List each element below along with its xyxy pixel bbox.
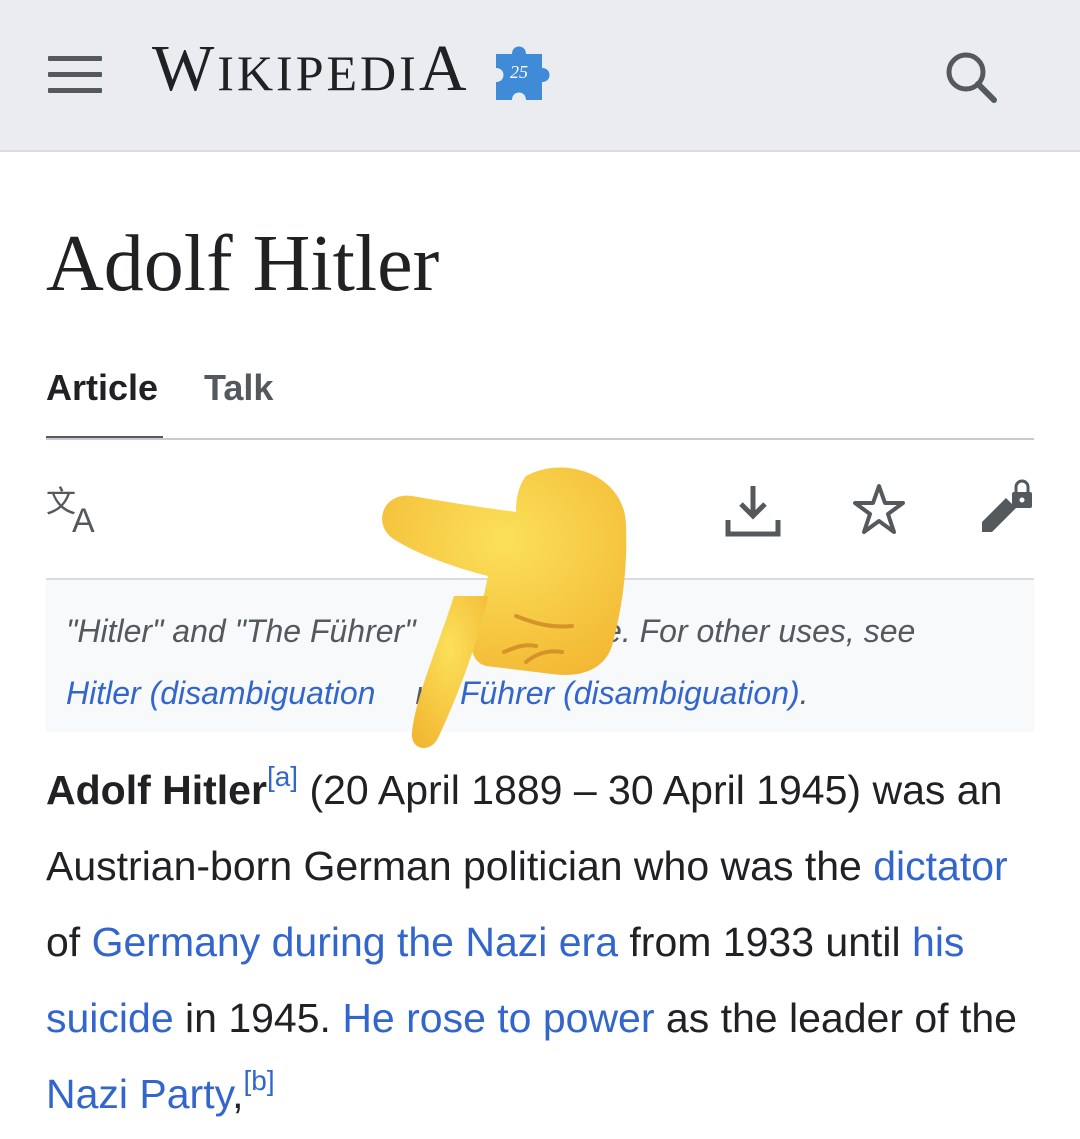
lead-text: in 1945. — [173, 995, 343, 1041]
tabs-divider — [46, 438, 1034, 440]
link-germany-nazi-era[interactable]: Germany during the Nazi era — [92, 919, 618, 965]
wordmark-last-letter: A — [418, 32, 470, 105]
lead-text: as the leader of the — [654, 995, 1017, 1041]
lead-paragraph: Adolf Hitler[a] (20 April 1889 – 30 Apri… — [46, 752, 1046, 1132]
language-icon[interactable]: 文 A — [46, 484, 108, 536]
menu-icon[interactable] — [48, 54, 102, 96]
lead-text: of — [46, 919, 92, 965]
tab-article[interactable]: Article — [46, 360, 158, 416]
link-rose-to-power[interactable]: He rose to power — [342, 995, 654, 1041]
reference-a[interactable]: [a] — [267, 761, 298, 792]
search-icon[interactable] — [940, 46, 1002, 108]
wikipedia-wordmark[interactable]: WIKIPEDIA — [152, 34, 470, 108]
edit-locked-icon[interactable] — [976, 478, 1036, 538]
hatnote-text: . — [799, 675, 809, 711]
subject-name: Adolf Hitler — [46, 767, 267, 813]
wikipedia-25-puzzle-icon: 25 — [496, 46, 550, 100]
header-bar: WIKIPEDIA 25 — [0, 0, 1080, 152]
tab-talk[interactable]: Talk — [204, 360, 273, 416]
link-hitler-disambiguation[interactable]: Hitler (disambiguation — [66, 675, 375, 711]
svg-text:A: A — [72, 502, 95, 536]
download-icon[interactable] — [724, 482, 782, 538]
article-tabs: Article Talk — [46, 360, 1034, 440]
wordmark-first-letter: W — [152, 32, 218, 105]
watch-star-icon[interactable] — [850, 482, 908, 538]
reference-b[interactable]: [b] — [243, 1065, 274, 1096]
lead-text: from 1933 until — [618, 919, 913, 965]
link-nazi-party[interactable]: Nazi Party — [46, 1071, 232, 1117]
lead-text: , — [232, 1071, 244, 1117]
wordmark-middle: IKIPEDI — [217, 45, 419, 101]
link-dictator[interactable]: dictator — [873, 843, 1007, 889]
pointing-hand-emoji-icon — [382, 467, 627, 749]
badge-number: 25 — [510, 62, 528, 82]
hatnote-text: "Hitler" and "The Führer" — [66, 613, 416, 649]
page-title: Adolf Hitler — [46, 220, 440, 308]
